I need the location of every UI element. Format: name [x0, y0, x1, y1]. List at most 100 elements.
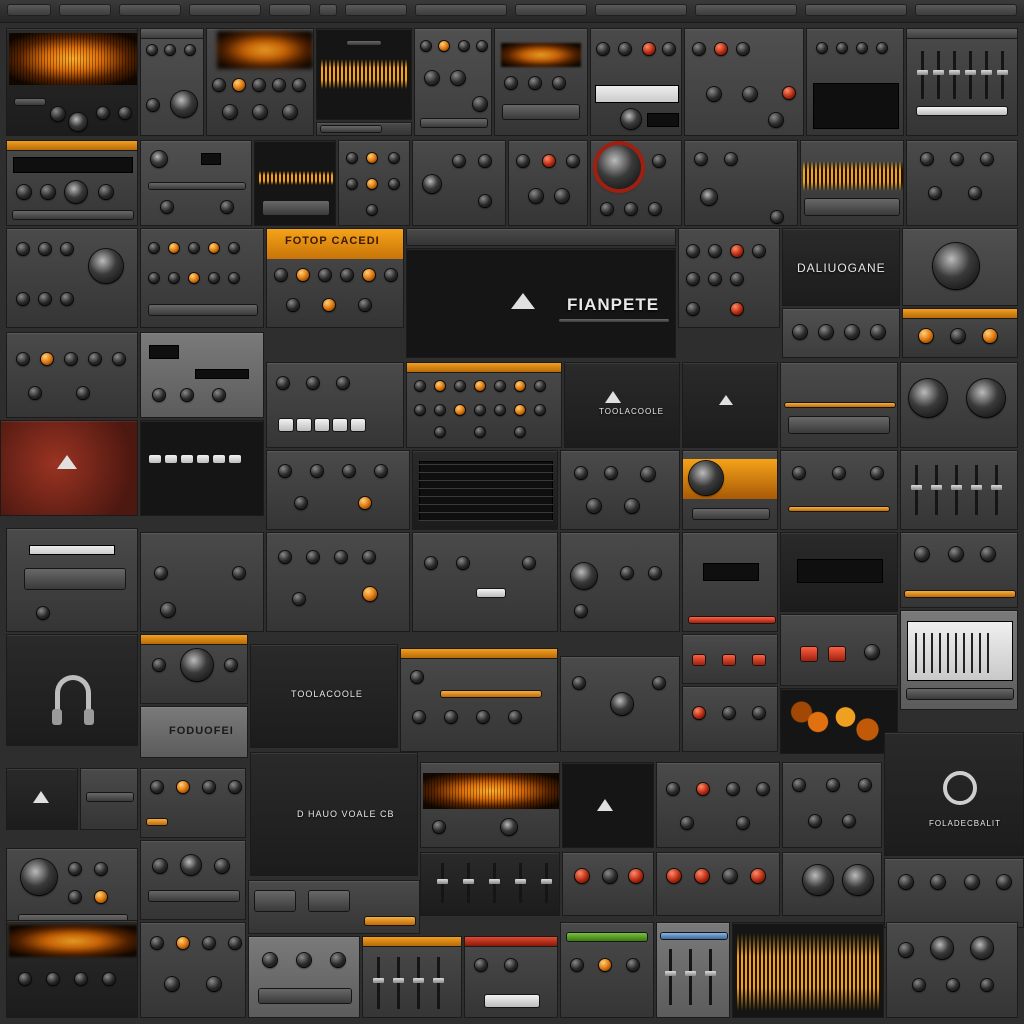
knob[interactable] — [971, 937, 993, 959]
knob[interactable] — [279, 551, 291, 563]
knob[interactable] — [587, 499, 601, 513]
knob[interactable] — [65, 353, 77, 365]
transport-button[interactable] — [333, 419, 347, 431]
browser-panel[interactable] — [6, 528, 138, 632]
display-panel[interactable] — [682, 532, 778, 632]
editor-panel[interactable] — [900, 610, 1018, 710]
knob[interactable] — [367, 153, 377, 163]
knob[interactable] — [929, 187, 941, 199]
knob[interactable] — [695, 869, 709, 883]
knob[interactable] — [783, 87, 795, 99]
tone-panel[interactable] — [206, 28, 314, 136]
pad-button[interactable] — [181, 455, 193, 463]
transport-panel[interactable] — [266, 362, 404, 448]
knob[interactable] — [307, 377, 319, 389]
knob[interactable] — [969, 187, 981, 199]
control-block[interactable] — [789, 417, 889, 433]
knob[interactable] — [229, 937, 241, 949]
knob[interactable] — [921, 153, 933, 165]
knob[interactable] — [731, 303, 743, 315]
envelope-panel[interactable] — [412, 532, 558, 632]
knob[interactable] — [367, 179, 377, 189]
knob[interactable] — [663, 43, 675, 55]
knob[interactable] — [695, 153, 707, 165]
knob[interactable] — [389, 179, 399, 189]
knob[interactable] — [535, 405, 545, 415]
transport-button[interactable] — [279, 419, 293, 431]
knob[interactable] — [771, 211, 783, 223]
knob[interactable] — [39, 243, 51, 255]
fader[interactable] — [951, 465, 962, 515]
sequencer-panel[interactable] — [140, 228, 264, 328]
dual-knob-panel[interactable] — [900, 362, 1018, 448]
knob[interactable] — [279, 465, 291, 477]
knob[interactable] — [433, 821, 445, 833]
knob[interactable] — [69, 863, 81, 875]
red-button[interactable] — [829, 647, 845, 661]
knob[interactable] — [41, 353, 53, 365]
knob[interactable] — [347, 179, 357, 189]
red-button-panel[interactable] — [682, 634, 778, 684]
knob[interactable] — [809, 815, 821, 827]
knob[interactable] — [857, 43, 867, 53]
knob[interactable] — [573, 677, 585, 689]
fader[interactable] — [949, 51, 960, 99]
knob[interactable] — [95, 863, 107, 875]
knob[interactable] — [19, 973, 31, 985]
knob[interactable] — [229, 243, 239, 253]
knob[interactable] — [185, 45, 195, 55]
knob[interactable] — [287, 299, 299, 311]
knob[interactable] — [605, 467, 617, 479]
modulation-panel[interactable] — [6, 332, 138, 418]
knob[interactable] — [643, 43, 655, 55]
knob[interactable] — [837, 43, 847, 53]
knob[interactable] — [203, 937, 215, 949]
eq-panel[interactable] — [414, 28, 492, 136]
knob[interactable] — [571, 959, 583, 971]
knob[interactable] — [229, 273, 239, 283]
knob[interactable] — [453, 155, 465, 167]
pad-panel[interactable] — [140, 420, 264, 516]
button-bar[interactable] — [149, 891, 239, 901]
blue-mixer-panel[interactable] — [656, 922, 730, 1018]
control-row[interactable] — [263, 201, 329, 215]
knob[interactable] — [277, 377, 289, 389]
knob[interactable] — [389, 153, 399, 163]
knob[interactable] — [899, 875, 913, 889]
toolbar-segment[interactable] — [516, 5, 586, 15]
fader[interactable] — [665, 949, 676, 1005]
pad-button[interactable] — [165, 455, 177, 463]
knob-row-panel[interactable] — [782, 308, 900, 358]
knob[interactable] — [575, 467, 587, 479]
knob[interactable] — [229, 781, 241, 793]
knob[interactable] — [523, 557, 535, 569]
knob[interactable] — [411, 671, 423, 683]
fader[interactable] — [917, 51, 928, 99]
vintage-panel[interactable] — [140, 840, 246, 920]
gain-knob[interactable] — [51, 107, 65, 121]
knob[interactable] — [629, 869, 643, 883]
channel-panel[interactable] — [678, 228, 780, 328]
knob[interactable] — [177, 937, 189, 949]
meter-controls[interactable] — [805, 199, 899, 215]
rate-knob[interactable] — [571, 563, 597, 589]
knob-bank-panel[interactable] — [338, 140, 410, 226]
fader[interactable] — [981, 51, 992, 99]
channel-strip-panel[interactable] — [684, 28, 804, 136]
knob[interactable] — [457, 557, 469, 569]
filter-panel[interactable] — [494, 28, 588, 136]
knob[interactable] — [151, 937, 163, 949]
fader[interactable] — [971, 465, 982, 515]
knob[interactable] — [223, 105, 237, 119]
knob[interactable] — [575, 605, 587, 617]
red-button[interactable] — [753, 655, 765, 665]
knob[interactable] — [161, 603, 175, 617]
red-button[interactable] — [693, 655, 705, 665]
knob[interactable] — [737, 43, 749, 55]
big-knob-panel[interactable] — [782, 852, 882, 916]
toolbar-segment[interactable] — [696, 5, 796, 15]
knob[interactable] — [415, 405, 425, 415]
knob[interactable] — [319, 269, 331, 281]
toolbar-segment[interactable] — [916, 5, 1016, 15]
knob[interactable] — [165, 45, 175, 55]
